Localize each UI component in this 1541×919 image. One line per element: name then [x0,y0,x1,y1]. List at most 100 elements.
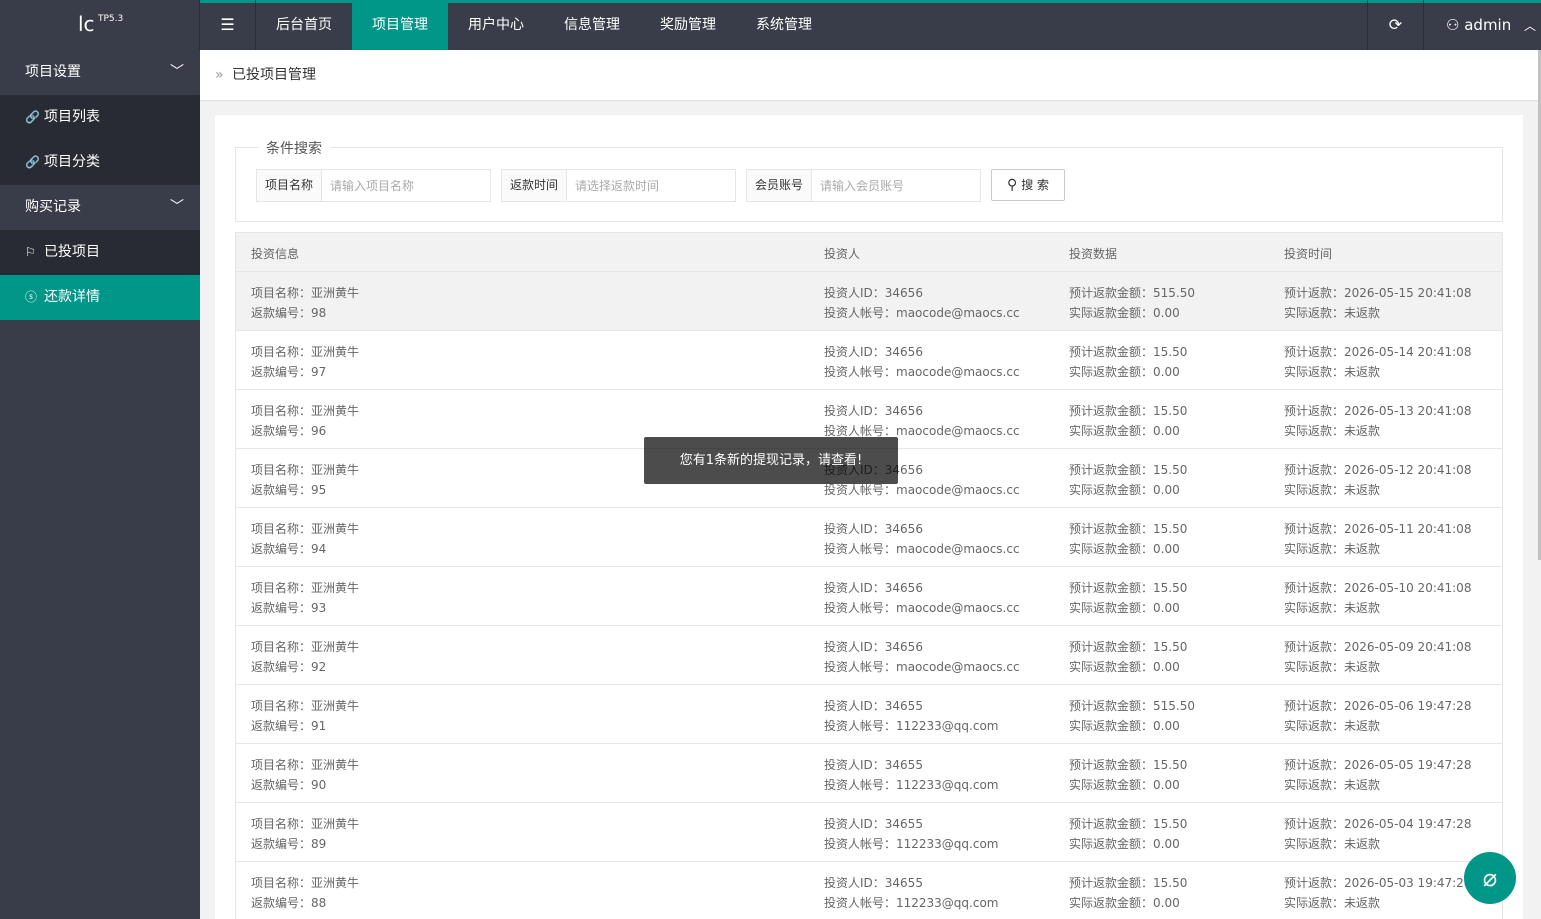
cell-line: 项目名称：亚洲黄牛 [251,463,360,477]
cell-line: 预计返款：2026-05-06 19:47:28 [1284,699,1472,713]
cell-line: 投资人帐号：maocode@maocs.cc [824,306,1020,320]
table-cell: 投资人ID：34655 投资人帐号：112233@qq.com [824,696,999,736]
table-cell: 项目名称：亚洲黄牛 返款编号：93 [251,578,359,618]
page-title: 已投项目管理 [232,67,317,83]
table-row[interactable]: 项目名称：亚洲黄牛 返款编号：97 投资人ID：34656 投资人帐号：maocode… [236,331,1502,390]
link-icon: 🔗 [25,110,40,124]
floating-button[interactable]: ⌀ [1464,852,1516,904]
cell-line: 预计返款：2026-05-04 19:47:28 [1284,817,1472,831]
nav-item-reward[interactable]: 奖励管理 [640,0,736,50]
top-bar: lc TP5.3 ☰ 后台首页 项目管理 用户中心 信息管理 奖励管理 系统管理… [0,0,1541,50]
table-row[interactable]: 项目名称：亚洲黄牛 返款编号：92 投资人ID：34656 投资人帐号：maocode… [236,626,1502,685]
table-cell: 预计返款：2026-05-11 20:41:08 实际返款：未返款 [1284,519,1471,559]
sidebar-item-project-list[interactable]: 🔗 项目列表 [0,95,200,140]
cell-line: 投资人帐号：112233@qq.com [824,896,999,910]
cell-line: 预计返款金额：15.50 [1069,345,1188,359]
cell-line: 投资人帐号：112233@qq.com [824,719,999,733]
repay-time-field: 返款时间 [501,169,736,202]
nav-item-system[interactable]: 系统管理 [736,0,832,50]
table-cell: 投资人ID：34656 投资人帐号：maocode@maocs.cc [824,578,1020,618]
cell-line: 预计返款：2026-05-09 20:41:08 [1284,640,1472,654]
cell-line: 预计返款：2026-05-14 20:41:08 [1284,345,1472,359]
table-cell: 预计返款金额：515.50 实际返款金额：0.00 [1069,283,1195,323]
table-row[interactable]: 项目名称：亚洲黄牛 返款编号：93 投资人ID：34656 投资人帐号：maocode… [236,567,1502,626]
cell-line: 投资人ID：34656 [824,345,923,359]
table-cell: 投资人ID：34656 投资人帐号：maocode@maocs.cc [824,342,1020,382]
cell-line: 预计返款：2026-05-11 20:41:08 [1284,522,1472,536]
main-card: 条件搜索 项目名称 返款时间 会员账号 ⚲搜 索 投资信息 投资人 投资数据 投… [215,115,1523,919]
user-menu[interactable]: ⚇ admin ︿ [1423,0,1541,50]
table-cell: 预计返款：2026-05-10 20:41:08 实际返款：未返款 [1284,578,1471,618]
table-row[interactable]: 项目名称：亚洲黄牛 返款编号：91 投资人ID：34655 投资人帐号：112233@… [236,685,1502,744]
nav-item-user[interactable]: 用户中心 [448,0,544,50]
cell-line: 投资人帐号：maocode@maocs.cc [824,660,1020,674]
sidebar-group-project-settings[interactable]: 项目设置 ﹀ [0,50,200,95]
cell-line: 实际返款：未返款 [1284,778,1381,792]
cell-line: 投资人ID：34656 [824,404,923,418]
search-button-label: 搜 索 [1021,178,1050,192]
cell-line: 实际返款：未返款 [1284,306,1381,320]
table-cell: 预计返款：2026-05-12 20:41:08 实际返款：未返款 [1284,460,1471,500]
sidebar-item-project-category[interactable]: 🔗 项目分类 [0,140,200,185]
toast-message: 您有1条新的提现记录，请查看! [644,437,898,484]
cell-line: 投资人ID：34655 [824,758,923,772]
table-cell: 投资人ID：34656 投资人帐号：maocode@maocs.cc [824,283,1020,323]
repay-time-input[interactable] [567,170,735,201]
logo[interactable]: lc TP5.3 [0,0,200,50]
table-cell: 预计返款金额：15.50 实际返款金额：0.00 [1069,342,1187,382]
cell-line: 实际返款：未返款 [1284,542,1381,556]
cell-line: 投资人ID：34655 [824,699,923,713]
cell-line: 预计返款金额：15.50 [1069,404,1188,418]
table-cell: 投资人ID：34656 投资人帐号：maocode@maocs.cc [824,637,1020,677]
cell-line: 投资人ID：34656 [824,522,923,536]
cell-line: 实际返款：未返款 [1284,660,1381,674]
sidebar-item-repayment-details[interactable]: ⓢ 还款详情 [0,275,200,320]
cell-line: 预计返款金额：15.50 [1069,876,1188,890]
cell-line: 预计返款：2026-05-13 20:41:08 [1284,404,1472,418]
table-cell: 项目名称：亚洲黄牛 返款编号：98 [251,283,359,323]
table-cell: 预计返款金额：15.50 实际返款金额：0.00 [1069,755,1187,795]
nav-item-home[interactable]: 后台首页 [256,0,352,50]
table-row[interactable]: 项目名称：亚洲黄牛 返款编号：88 投资人ID：34655 投资人帐号：112233@… [236,862,1502,919]
table-cell: 项目名称：亚洲黄牛 返款编号：90 [251,755,359,795]
sidebar-group-purchase-records[interactable]: 购买记录 ﹀ [0,185,200,230]
top-right-tools: ⟳ ⚇ admin ︿ [1367,0,1541,50]
refresh-button[interactable]: ⟳ [1367,0,1423,50]
cell-line: 实际返款金额：0.00 [1069,896,1180,910]
nav-item-info[interactable]: 信息管理 [544,0,640,50]
table-cell: 预计返款金额：15.50 实际返款金额：0.00 [1069,401,1187,441]
cell-line: 投资人ID：34656 [824,640,923,654]
table-row[interactable]: 项目名称：亚洲黄牛 返款编号：89 投资人ID：34655 投资人帐号：112233@… [236,803,1502,862]
cell-line: 返款编号：89 [251,837,327,851]
cell-line: 实际返款：未返款 [1284,483,1381,497]
table-cell: 项目名称：亚洲黄牛 返款编号：96 [251,401,359,441]
breadcrumb: » 已投项目管理 [200,50,1538,100]
cell-line: 返款编号：98 [251,306,327,320]
header-invest-data: 投资数据 [1069,247,1118,261]
cell-line: 项目名称：亚洲黄牛 [251,640,360,654]
table-row[interactable]: 项目名称：亚洲黄牛 返款编号：94 投资人ID：34656 投资人帐号：maocode… [236,508,1502,567]
nav-item-project[interactable]: 项目管理 [352,0,448,50]
cell-line: 项目名称：亚洲黄牛 [251,286,360,300]
main-nav: ☰ 后台首页 项目管理 用户中心 信息管理 奖励管理 系统管理 [200,0,832,50]
member-account-input[interactable] [812,170,980,201]
cell-line: 预计返款：2026-05-03 19:47:28 [1284,876,1472,890]
header-invest-info: 投资信息 [251,247,300,261]
search-button[interactable]: ⚲ 搜 索 [991,169,1065,201]
table-cell: 预计返款：2026-05-03 19:47:28 实际返款：未返款 [1284,873,1471,913]
dollar-icon: ⓢ [25,290,38,304]
cell-line: 实际返款金额：0.00 [1069,365,1180,379]
sidebar-item-invested-projects[interactable]: ⚐ 已投项目 [0,230,200,275]
project-name-input[interactable] [322,170,490,201]
cell-line: 实际返款：未返款 [1284,837,1381,851]
link-icon: 🔗 [25,155,40,169]
header-invest-time: 投资时间 [1284,247,1333,261]
table-row[interactable]: 项目名称：亚洲黄牛 返款编号：98 投资人ID：34656 投资人帐号：maocode… [236,272,1502,331]
table-cell: 投资人ID：34655 投资人帐号：112233@qq.com [824,814,999,854]
refresh-icon: ⟳ [1388,15,1403,34]
table-row[interactable]: 项目名称：亚洲黄牛 返款编号：90 投资人ID：34655 投资人帐号：112233@… [236,744,1502,803]
menu-toggle-button[interactable]: ☰ [200,0,256,50]
table-cell: 预计返款：2026-05-05 19:47:28 实际返款：未返款 [1284,755,1471,795]
chevron-up-icon: ︿ [1524,19,1537,33]
cell-line: 投资人ID：34656 [824,581,923,595]
